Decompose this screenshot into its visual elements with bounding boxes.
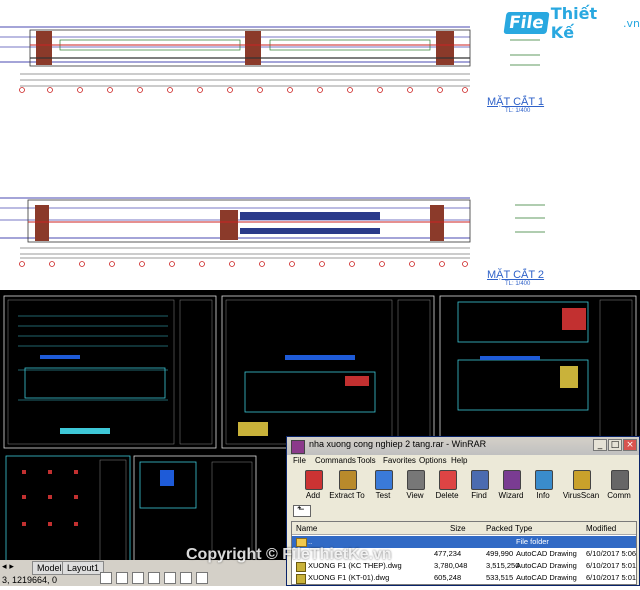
maximize-button[interactable]: □ — [608, 439, 622, 451]
menu-options[interactable]: Options — [419, 456, 447, 465]
file-modified: 6/10/2017 5:06 — [586, 549, 637, 558]
comment-label: Comm — [607, 491, 631, 500]
column-type[interactable]: Type — [515, 524, 532, 533]
section-2-scale: TL: 1/400 — [505, 281, 531, 287]
menu-file[interactable]: File — [293, 456, 306, 465]
add-icon — [305, 470, 323, 490]
lineweight-toggle-icon[interactable] — [196, 572, 208, 584]
close-button[interactable]: × — [623, 439, 637, 451]
logo-file-text: File — [503, 12, 550, 34]
otrack-toggle-icon[interactable] — [180, 572, 192, 584]
section-1-scale: TL: 1/400 — [505, 108, 531, 114]
section-drawings-area: File Thiết Kế .vn MẶT CẮT 1 TL: 1/400 MẶ… — [0, 0, 640, 290]
copyright-watermark: Copyright © FileThietKe.vn — [186, 546, 392, 563]
info-button[interactable]: Info — [525, 468, 561, 504]
file-packed: 499,990 — [486, 549, 514, 558]
file-type: AutoCAD Drawing — [516, 573, 577, 582]
virusscan-icon — [573, 470, 591, 490]
file-packed: 533,515 — [486, 573, 514, 582]
file-list-header: Name Size Packed Type Modified — [292, 522, 636, 535]
tab-layout1[interactable]: Layout1 — [62, 561, 105, 575]
status-toggles — [100, 572, 280, 584]
window-title: nha xuong cong nghiep 2 tang.rar - WinRA… — [309, 439, 487, 449]
file-name: XUONG F1 (KT-01).dwg — [308, 573, 390, 582]
ortho-toggle-icon[interactable] — [132, 572, 144, 584]
logo-domain-text: .vn — [623, 16, 640, 30]
osnap-toggle-icon[interactable] — [164, 572, 176, 584]
section-2-drawing — [0, 197, 545, 267]
file-type: File folder — [516, 537, 549, 546]
comment-button[interactable]: Comm — [601, 468, 637, 504]
file-modified: 6/10/2017 5:01 — [586, 573, 637, 582]
virusscan-button[interactable]: VirusScan — [563, 468, 599, 504]
snap-toggle-icon[interactable] — [100, 572, 112, 584]
file-size: 477,234 — [434, 549, 462, 558]
info-icon — [535, 470, 553, 490]
dwg-file-icon — [296, 574, 306, 584]
comment-icon — [611, 470, 629, 490]
extract-to-button[interactable]: Extract To — [329, 468, 365, 504]
view-icon — [407, 470, 425, 490]
file-name: .. — [308, 537, 313, 546]
section-1-title: MẶT CẮT 1 — [487, 96, 545, 108]
file-modified: 6/10/2017 5:01 — [586, 561, 637, 570]
column-name[interactable]: Name — [296, 524, 317, 533]
menu-commands[interactable]: Commands — [315, 456, 356, 465]
toolbar: Add Extract To Test View Delete Find Wiz… — [287, 468, 639, 504]
tab-nav-arrows[interactable]: ◂ ▸ — [2, 562, 14, 572]
section-1-drawing — [0, 26, 540, 93]
logo-thietke-text: Thiết Kế — [550, 4, 598, 42]
grid-toggle-icon[interactable] — [116, 572, 128, 584]
up-arrow-icon: ⬑ — [297, 505, 305, 515]
extract-icon — [339, 470, 357, 490]
test-icon — [375, 470, 393, 490]
section-drawings-svg — [0, 26, 545, 267]
up-folder-button[interactable]: ⬑ — [293, 505, 311, 517]
winrar-title-bar[interactable]: nha xuong cong nghiep 2 tang.rar - WinRA… — [287, 437, 639, 455]
file-size: 3,780,048 — [434, 561, 468, 570]
column-modified[interactable]: Modified — [586, 524, 616, 533]
minimize-button[interactable]: _ — [593, 439, 607, 451]
winrar-app-icon — [291, 440, 305, 454]
menu-tools[interactable]: Tools — [357, 456, 376, 465]
menu-bar: File Commands Tools Favorites Options He… — [287, 455, 639, 467]
menu-help[interactable]: Help — [451, 456, 467, 465]
site-logo: File Thiết Kế .vn — [503, 4, 640, 42]
file-packed: 3,515,250 — [486, 561, 520, 570]
delete-icon — [439, 470, 457, 490]
wizard-icon — [503, 470, 521, 490]
polar-toggle-icon[interactable] — [148, 572, 160, 584]
file-type: AutoCAD Drawing — [516, 549, 577, 558]
section-2-title: MẶT CẮT 2 — [487, 269, 545, 281]
column-size[interactable]: Size — [450, 524, 466, 533]
menu-favorites[interactable]: Favorites — [383, 456, 416, 465]
find-icon — [471, 470, 489, 490]
coordinate-readout: 3, 1219664, 0 — [2, 575, 58, 585]
file-type: AutoCAD Drawing — [516, 561, 577, 570]
file-size: 605,248 — [434, 573, 462, 582]
column-packed[interactable]: Packed — [486, 524, 513, 533]
table-row[interactable]: XUONG F1 (KT-01).dwg 605,248 533,515 Aut… — [292, 572, 636, 584]
